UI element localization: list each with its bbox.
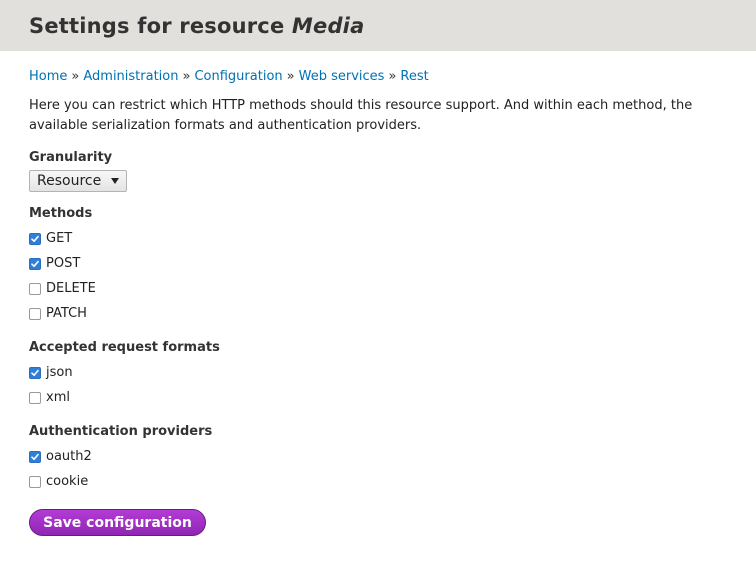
breadcrumb-home[interactable]: Home — [29, 69, 67, 84]
method-post-option[interactable]: POST — [29, 251, 727, 276]
method-patch-label[interactable]: PATCH — [46, 306, 87, 321]
breadcrumb-web-services[interactable]: Web services — [299, 69, 385, 84]
breadcrumb-separator: » — [182, 69, 191, 84]
breadcrumb-separator: » — [388, 69, 397, 84]
method-get-checkbox[interactable] — [29, 232, 41, 245]
breadcrumb-rest[interactable]: Rest — [400, 69, 428, 84]
page-title-resource: Media — [291, 14, 365, 38]
formats-group: Accepted request formats json xml — [29, 340, 727, 410]
auth-cookie-option[interactable]: cookie — [29, 469, 727, 494]
breadcrumb-separator: » — [71, 69, 80, 84]
format-json-label[interactable]: json — [46, 365, 73, 380]
checkmark-icon — [31, 235, 39, 242]
format-json-option[interactable]: json — [29, 360, 727, 385]
breadcrumb-separator: » — [286, 69, 295, 84]
format-xml-checkbox[interactable] — [29, 391, 41, 404]
breadcrumb: Home» Administration» Configuration» Web se… — [29, 69, 727, 85]
page-title: Settings for resource Media — [29, 16, 756, 37]
method-post-checkbox[interactable] — [29, 257, 41, 270]
method-delete-label[interactable]: DELETE — [46, 281, 96, 296]
method-patch-checkbox[interactable] — [29, 307, 41, 320]
method-delete-option[interactable]: DELETE — [29, 276, 727, 301]
breadcrumb-administration[interactable]: Administration — [83, 69, 178, 84]
page-header: Settings for resource Media — [0, 0, 756, 51]
method-post-label[interactable]: POST — [46, 256, 80, 271]
method-get-option[interactable]: GET — [29, 226, 727, 251]
methods-group: Methods GET POST DELETE PATCH — [29, 206, 727, 326]
save-configuration-button[interactable]: Save configuration — [29, 509, 206, 536]
formats-label: Accepted request formats — [29, 340, 220, 355]
granularity-selected-value: Resource — [37, 173, 102, 189]
method-delete-checkbox[interactable] — [29, 282, 41, 295]
auth-oauth2-label[interactable]: oauth2 — [46, 449, 92, 464]
granularity-select[interactable]: Resource — [29, 170, 128, 192]
granularity-label: Granularity — [29, 150, 113, 165]
page-description: Here you can restrict which HTTP methods… — [29, 98, 693, 133]
auth-oauth2-option[interactable]: oauth2 — [29, 444, 727, 469]
method-patch-option[interactable]: PATCH — [29, 301, 727, 326]
auth-group: Authentication providers oauth2 cookie — [29, 424, 727, 494]
checkmark-icon — [31, 453, 39, 460]
breadcrumb-configuration[interactable]: Configuration — [194, 69, 282, 84]
auth-oauth2-checkbox[interactable] — [29, 450, 41, 463]
format-xml-label[interactable]: xml — [46, 390, 70, 405]
chevron-down-icon — [111, 178, 120, 184]
methods-label: Methods — [29, 206, 93, 221]
auth-label: Authentication providers — [29, 424, 213, 439]
auth-cookie-label[interactable]: cookie — [46, 474, 88, 489]
main-content: Home» Administration» Configuration» Web se… — [0, 69, 756, 536]
checkmark-icon — [31, 260, 39, 267]
auth-cookie-checkbox[interactable] — [29, 475, 41, 488]
checkmark-icon — [31, 369, 39, 376]
granularity-field: Granularity Resource — [29, 150, 727, 192]
format-xml-option[interactable]: xml — [29, 385, 727, 410]
format-json-checkbox[interactable] — [29, 366, 41, 379]
page-title-prefix: Settings for resource — [29, 14, 292, 38]
method-get-label[interactable]: GET — [46, 231, 72, 246]
